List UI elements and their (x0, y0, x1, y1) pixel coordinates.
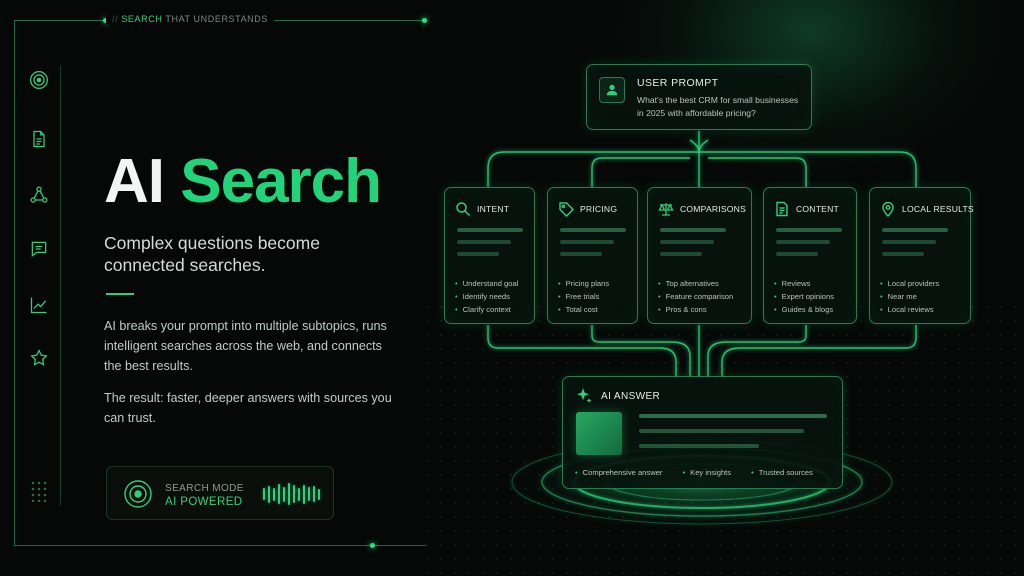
chart-icon[interactable] (26, 292, 52, 318)
topic-list: Reviews Expert opinions Guides & blogs (774, 277, 834, 316)
frame-dot (370, 543, 375, 548)
target-icon[interactable] (26, 67, 52, 93)
document-icon (774, 201, 790, 217)
list-item: Pros & cons (658, 303, 733, 316)
topic-list: Pricing plans Free trials Total cost (558, 277, 609, 316)
dot-grid-decoration (30, 480, 48, 502)
topic-list: Top alternatives Feature comparison Pros… (658, 277, 734, 316)
accent-divider (106, 293, 134, 295)
answer-thumbnail (576, 412, 622, 455)
list-item: Free trials (558, 290, 609, 303)
topic-card-comparisons[interactable]: COMPARISONS Top alternatives Feature com… (647, 187, 752, 324)
wave-bar (303, 484, 305, 504)
search-icon (455, 201, 471, 217)
page-subtitle: Complex questions become connected searc… (104, 233, 320, 275)
topic-label: LOCAL RESULTS (902, 204, 974, 214)
sparkle-icon (575, 387, 593, 405)
topic-label: COMPARISONS (680, 204, 747, 214)
frame-dot (422, 18, 427, 23)
feature-item: Comprehensive answer (575, 468, 663, 477)
placeholder-bar (639, 414, 827, 418)
list-item: Identify needs (455, 290, 518, 303)
list-item: Reviews (774, 277, 834, 290)
ai-answer-card[interactable]: AI ANSWER Comprehensive answer Key insig… (562, 376, 843, 489)
topic-label: PRICING (580, 204, 618, 214)
user-prompt-title: USER PROMPT (637, 77, 719, 89)
list-item: Pricing plans (558, 277, 609, 290)
placeholder-bar (560, 228, 626, 232)
list-item: Local providers (880, 277, 940, 290)
list-item: Near me (880, 290, 939, 303)
search-mode-card[interactable]: SEARCH MODE AI POWERED (106, 466, 334, 520)
result-paragraph: The result: faster, deeper answers with … (104, 391, 392, 425)
placeholder-bar (776, 252, 818, 256)
topic-card-content[interactable]: CONTENT Reviews Expert opinions Guides &… (763, 187, 857, 324)
placeholder-bar (457, 252, 499, 256)
list-item: Feature comparison (658, 290, 734, 303)
description-paragraph: AI breaks your prompt into multiple subt… (104, 319, 387, 373)
placeholder-bar (457, 240, 511, 244)
placeholder-bar (882, 252, 924, 256)
list-item: Understand goal (455, 277, 519, 290)
placeholder-bar (560, 240, 614, 244)
star-icon[interactable] (26, 345, 52, 371)
audio-wave-icon (263, 483, 320, 505)
list-item: Local reviews (880, 303, 939, 316)
ai-answer-title: AI ANSWER (601, 391, 661, 402)
user-prompt-card[interactable]: USER PROMPT What's the best CRM for smal… (586, 64, 812, 130)
wave-bar (268, 485, 270, 503)
placeholder-bar (639, 444, 759, 448)
search-mode-label: SEARCH MODE (165, 483, 244, 494)
wave-bar (293, 485, 295, 503)
placeholder-bar (660, 228, 726, 232)
wave-bar (288, 483, 290, 505)
list-item: Top alternatives (658, 277, 733, 290)
topic-label: INTENT (477, 204, 510, 214)
placeholder-bar (639, 429, 804, 433)
answer-features: Comprehensive answer Key insights Truste… (575, 468, 813, 477)
feature-item: Key insights (682, 468, 731, 477)
topic-card-pricing[interactable]: PRICING Pricing plans Free trials Total … (547, 187, 638, 324)
placeholder-bar (882, 240, 936, 244)
list-item: Expert opinions (774, 290, 834, 303)
document-icon[interactable] (26, 126, 52, 152)
placeholder-bar (882, 228, 948, 232)
network-icon[interactable] (26, 182, 52, 208)
wave-bar (308, 487, 310, 501)
scales-icon (658, 201, 674, 217)
price-tag-icon (558, 201, 574, 217)
wave-bar (318, 488, 320, 500)
tagline: // SEARCH THAT UNDERSTANDS (106, 14, 274, 24)
search-mode-value: AI POWERED (165, 496, 243, 508)
placeholder-bar (776, 228, 842, 232)
list-item: Guides & blogs (774, 303, 834, 316)
sidebar-rail (60, 66, 61, 506)
wave-bar (298, 487, 300, 501)
wave-bar (263, 488, 265, 500)
target-icon (123, 479, 153, 509)
location-pin-icon (880, 201, 896, 217)
placeholder-bar (457, 228, 523, 232)
placeholder-bar (660, 240, 714, 244)
placeholder-bar (660, 252, 702, 256)
wave-bar (273, 487, 275, 501)
list-item: Total cost (558, 303, 609, 316)
wave-bar (278, 484, 280, 504)
user-prompt-text: What's the best CRM for small businesses… (637, 95, 799, 118)
topic-list: Understand goal Identify needs Clarify c… (455, 277, 519, 316)
topic-card-local-results[interactable]: LOCAL RESULTS Local providers Near me Lo… (869, 187, 974, 324)
placeholder-bar (776, 240, 830, 244)
wave-bar (313, 486, 315, 502)
placeholder-bar (560, 252, 602, 256)
feature-item: Trusted sources (751, 468, 813, 477)
wave-bar (283, 486, 285, 502)
topic-list: Local providers Near me Local reviews (880, 277, 940, 316)
list-item: Clarify context (455, 303, 518, 316)
topic-card-intent[interactable]: INTENT Understand goal Identify needs Cl… (444, 187, 535, 324)
page-title: AI Search (104, 147, 382, 216)
chat-icon[interactable] (26, 236, 52, 262)
topic-label: CONTENT (796, 204, 839, 214)
user-avatar-icon (599, 77, 625, 103)
